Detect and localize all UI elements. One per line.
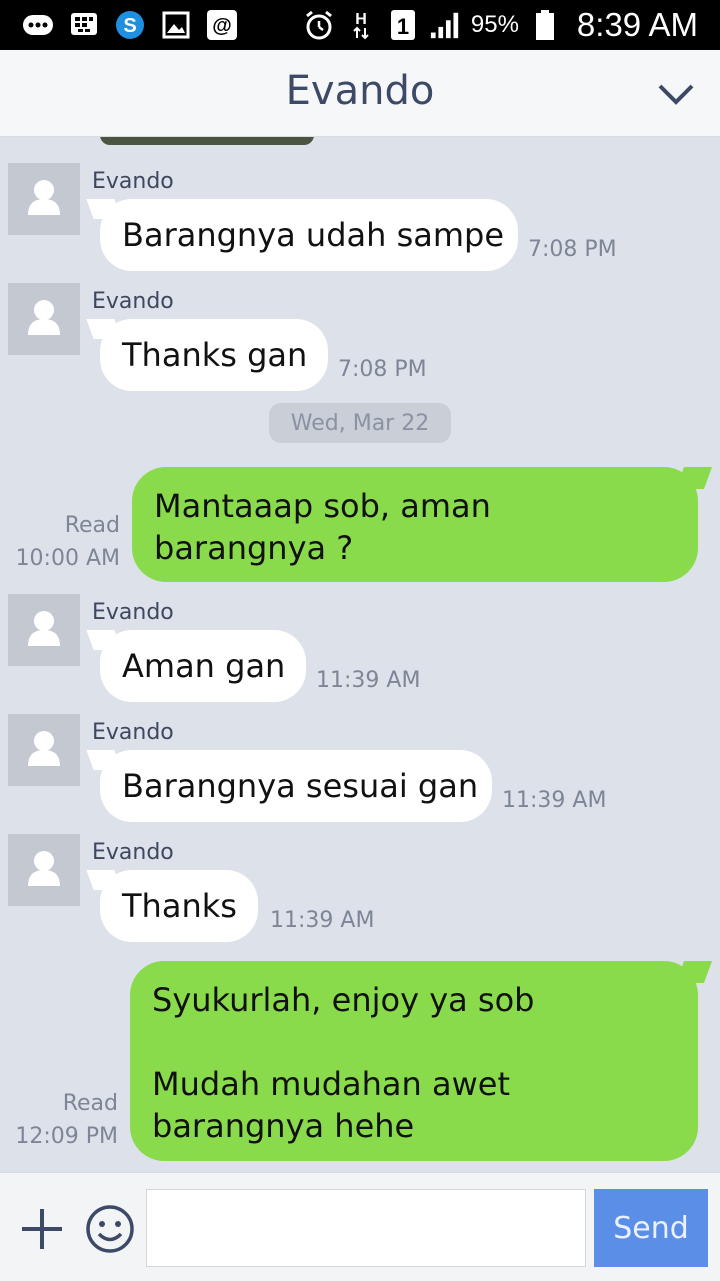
message-line: Syukurlah, enjoy ya sob [152, 981, 535, 1019]
send-button[interactable]: Send [594, 1189, 708, 1267]
message-time: 7:08 PM [528, 237, 617, 262]
message-time: 11:39 AM [316, 668, 421, 693]
image-icon [160, 11, 192, 39]
avatar[interactable] [8, 834, 80, 906]
message-bubble[interactable]: Thanks [100, 870, 258, 942]
message-bubble-outgoing[interactable]: Mantaaap sob, aman barangnya ? [132, 467, 698, 582]
avatar[interactable] [8, 714, 80, 786]
sender-name: Evando [92, 289, 174, 314]
battery-icon [529, 10, 561, 40]
message-time: 11:39 AM [270, 908, 375, 933]
read-status: Read [64, 513, 120, 538]
svg-text:S: S [123, 15, 136, 37]
date-separator: Wed, Mar 22 [269, 403, 451, 443]
avatar[interactable] [8, 163, 80, 235]
skype-icon: S [114, 11, 146, 39]
message-time: 12:09 PM [15, 1124, 118, 1149]
message-bubble[interactable]: Barangnya sesuai gan [100, 750, 492, 822]
image-message-partial[interactable] [100, 137, 314, 145]
sim1-icon: 1 [387, 10, 419, 40]
message-line: Mudah mudahan awet [152, 1065, 510, 1103]
composer-bar: Send [0, 1172, 720, 1281]
blackberry-icon [68, 11, 100, 39]
emoji-icon[interactable] [84, 1203, 136, 1255]
avatar[interactable] [8, 283, 80, 355]
chevron-down-icon[interactable] [656, 76, 696, 112]
at-sign-icon: @ [206, 10, 238, 40]
plus-icon[interactable] [18, 1205, 66, 1253]
svg-text:@: @ [212, 15, 232, 37]
message-time: 7:08 PM [338, 357, 427, 382]
chat-title: Evando [285, 68, 435, 114]
message-bubble[interactable]: Aman gan [100, 630, 306, 702]
sender-name: Evando [92, 720, 174, 745]
avatar[interactable] [8, 594, 80, 666]
read-receipt: Read 10:00 AM [16, 509, 120, 575]
read-receipt: Read 12:09 PM [15, 1087, 118, 1153]
clock: 8:39 AM [576, 6, 698, 43]
message-bubble[interactable]: Thanks gan [100, 319, 328, 391]
svg-text:1: 1 [397, 14, 409, 39]
message-bubble[interactable]: Barangnya udah sampe [100, 199, 518, 271]
alarm-icon [303, 10, 335, 40]
message-line: Mantaaap sob, aman [154, 487, 491, 525]
message-time: 11:39 AM [502, 788, 607, 813]
signal-icon [429, 11, 461, 39]
sender-name: Evando [92, 840, 174, 865]
chat-header: Evando [0, 50, 720, 137]
message-list[interactable]: Evando Barangnya udah sampe 7:08 PM Evan… [0, 137, 720, 1172]
svg-text:H: H [355, 11, 367, 28]
message-line: barangnya ? [154, 529, 354, 567]
read-status: Read [62, 1091, 118, 1116]
battery-percent: 95% [470, 11, 519, 38]
sender-name: Evando [92, 169, 174, 194]
message-line: barangnya hehe [152, 1107, 415, 1145]
chat-bubbles-icon [22, 11, 54, 39]
hspa-icon: H [345, 11, 377, 40]
message-bubble-outgoing[interactable]: Syukurlah, enjoy ya sob Mudah mudahan aw… [130, 961, 698, 1161]
status-bar: S @ H 1 95% 8:39 AM [0, 0, 720, 50]
message-input[interactable] [146, 1189, 586, 1267]
message-time: 10:00 AM [15, 546, 120, 571]
sender-name: Evando [92, 600, 174, 625]
